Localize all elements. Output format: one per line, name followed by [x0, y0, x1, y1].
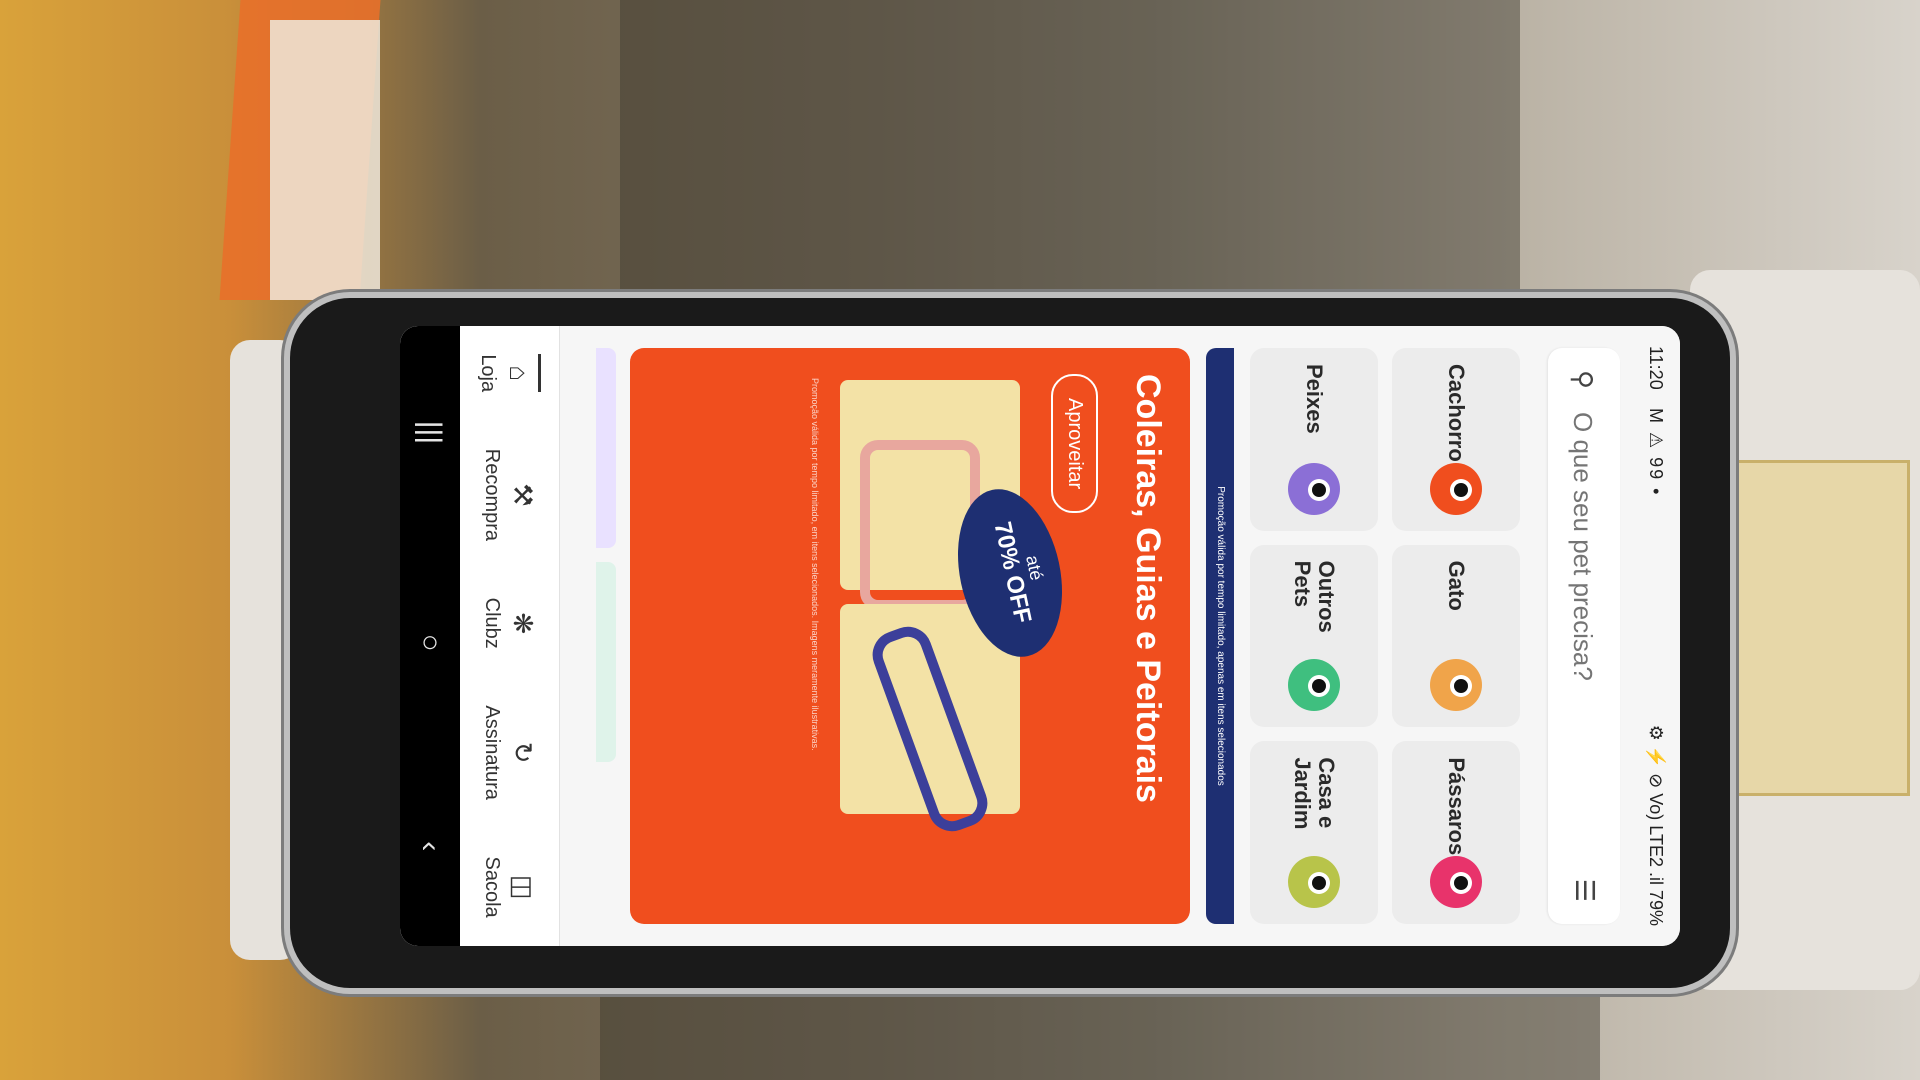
category-dog[interactable]: Cachorro [1392, 348, 1520, 531]
category-birds[interactable]: Pássaros [1392, 741, 1520, 924]
tab-label: Clubz [481, 597, 503, 649]
category-label: Gato [1444, 560, 1470, 611]
status-bar: 11:20 M ⚠ 99 • ⚙ ⚡ ⊘ Vo) LTE2 .il 79% [1634, 326, 1680, 946]
club-icon: ❋ [508, 612, 538, 635]
status-battery: ⚙ ⚡ ⊘ Vo) LTE2 .il 79% [1646, 724, 1666, 926]
category-label: Peixes [1302, 364, 1328, 434]
phone-screen: 11:20 M ⚠ 99 • ⚙ ⚡ ⊘ Vo) LTE2 .il 79% ⚲ … [400, 326, 1680, 946]
category-fish[interactable]: Peixes [1250, 348, 1378, 531]
tab-sacola[interactable]: ◫ Sacola [480, 857, 538, 918]
garden-icon [1288, 856, 1340, 908]
category-label: Outros Pets [1290, 560, 1340, 633]
promo-strip[interactable]: Promoção válida por tempo limitado, apen… [1206, 348, 1234, 924]
category-grid: Cachorro Gato Pássaros Peixes Outros Pet… [1250, 348, 1520, 924]
store-icon: ⌂ [504, 365, 535, 382]
background-paper [270, 20, 380, 300]
leash-illustration [865, 620, 995, 838]
back-button[interactable]: ‹ [413, 841, 447, 851]
aproveitar-button[interactable]: Aproveitar [1051, 374, 1098, 514]
banner-fine-print: Promoção válida por tempo limitado, em i… [810, 378, 820, 751]
status-notification-icons: M ⚠ 99 • [1646, 408, 1666, 497]
category-home-garden[interactable]: Casa e Jardim [1250, 741, 1378, 924]
next-card-peek [596, 348, 616, 548]
tab-label: Sacola [481, 856, 503, 918]
search-icon[interactable]: ⚲ [1567, 370, 1598, 389]
repurchase-icon: ⚒ [508, 483, 538, 507]
list-icon[interactable]: ☰ [1569, 879, 1600, 902]
tab-loja[interactable]: ⌂ Loja [476, 354, 542, 393]
banner-title: Coleiras, Guias e Peitorais [1129, 374, 1167, 803]
promo-banner[interactable]: Coleiras, Guias e Peitorais Aproveitar a… [630, 348, 1190, 924]
next-card-peek [596, 562, 616, 762]
search-input[interactable] [1564, 410, 1602, 844]
subscription-icon: ↻ [508, 741, 538, 764]
bottom-tab-bar: ⌂ Loja ⚒ Recompra ❋ Clubz ↻ Assinatura ◫ [459, 326, 560, 946]
category-label: Casa e Jardim [1290, 757, 1340, 830]
app-screen: 11:20 M ⚠ 99 • ⚙ ⚡ ⊘ Vo) LTE2 .il 79% ⚲ … [400, 326, 1680, 946]
search-bar[interactable]: ⚲ ☰ [1548, 348, 1620, 924]
cat-icon [1430, 659, 1482, 712]
tab-label: Assinatura [481, 705, 503, 800]
status-time: 11:20 [1646, 346, 1666, 390]
android-nav-bar: ||| ○ ‹ [400, 326, 460, 946]
tab-clubz[interactable]: ❋ Clubz [480, 598, 538, 649]
phone: 11:20 M ⚠ 99 • ⚙ ⚡ ⊘ Vo) LTE2 .il 79% ⚲ … [290, 298, 1730, 988]
bird-icon [1430, 856, 1482, 908]
category-label: Pássaros [1444, 757, 1470, 856]
home-button[interactable]: ○ [413, 634, 447, 652]
category-other-pets[interactable]: Outros Pets [1250, 544, 1378, 728]
tab-recompra[interactable]: ⚒ Recompra [480, 449, 538, 541]
tab-label: Loja [477, 354, 500, 393]
dog-icon [1430, 462, 1482, 515]
other-pets-icon [1288, 659, 1340, 712]
tab-label: Recompra [481, 448, 503, 542]
background-shelf [620, 0, 1520, 300]
attention-sticker [1734, 460, 1910, 796]
tab-assinatura[interactable]: ↻ Assinatura [480, 705, 538, 800]
background-shelf-bottom [600, 990, 1600, 1080]
category-cat[interactable]: Gato [1392, 544, 1520, 728]
category-label: Cachorro [1444, 364, 1470, 462]
fish-icon [1288, 462, 1340, 515]
bag-icon: ◫ [508, 874, 538, 900]
recents-button[interactable]: ||| [413, 421, 447, 444]
